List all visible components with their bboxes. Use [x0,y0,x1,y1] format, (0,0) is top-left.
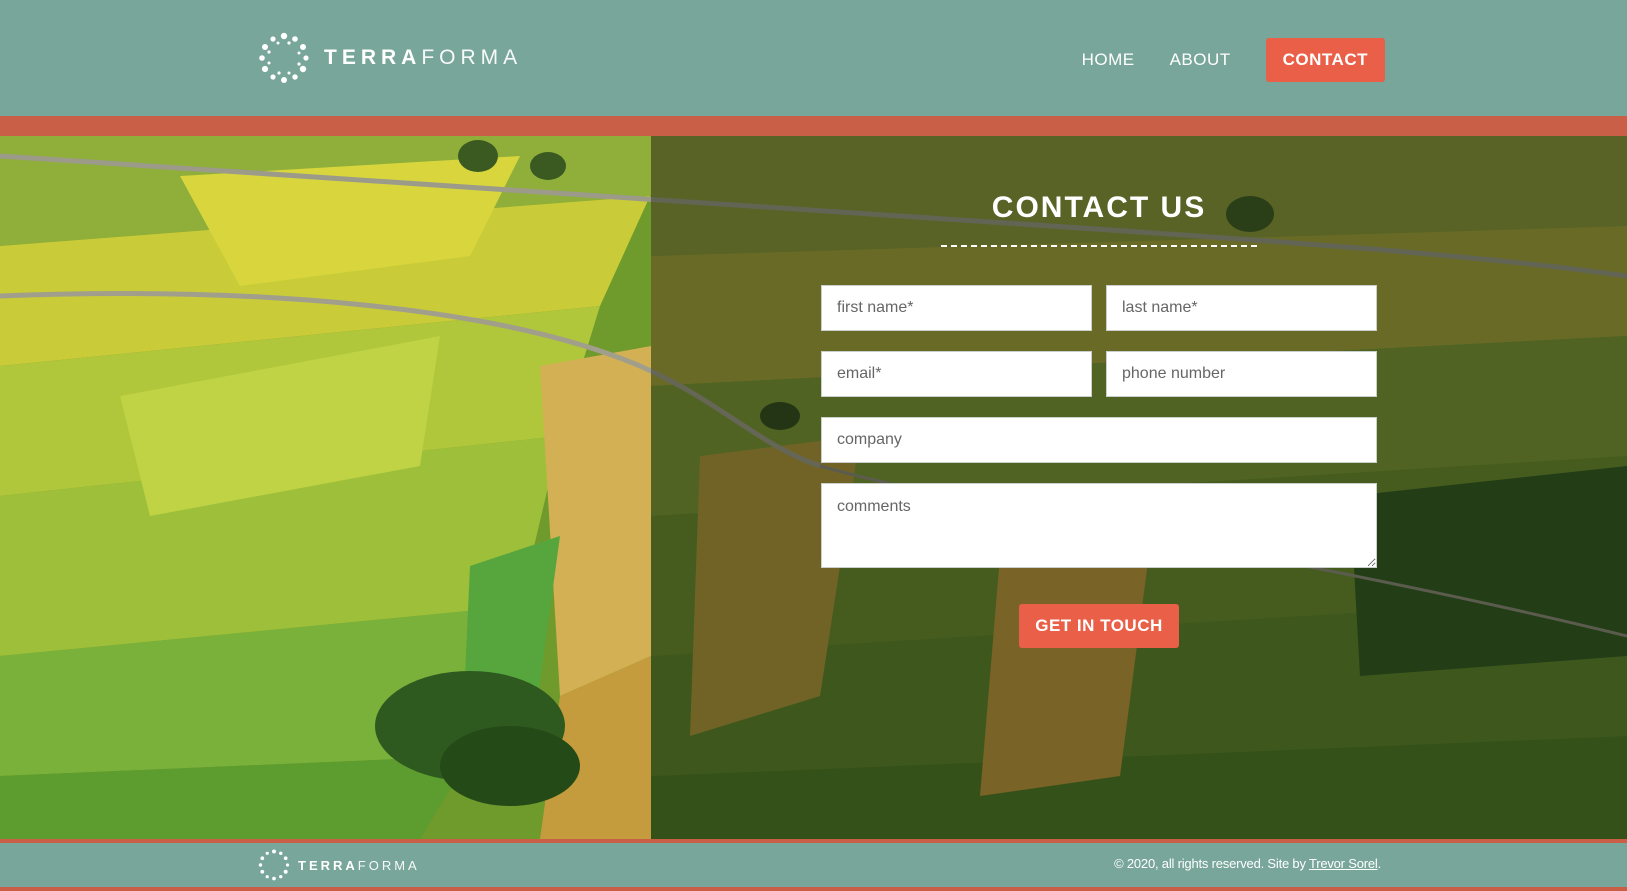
footer-brand-light: FORMA [357,857,420,873]
last-name-field[interactable] [1106,285,1377,331]
site-footer: TERRAFORMA © 2020, all rights reserved. … [0,843,1627,887]
footer-bottom-bar [0,887,1627,891]
dotted-ring-logo-icon [258,849,290,881]
nav-home-link[interactable]: HOME [1082,50,1135,70]
footer-brand-bold: TERRA [298,857,358,873]
brand-name-bold: TERRA [324,46,422,69]
get-in-touch-button[interactable]: GET IN TOUCH [1019,604,1179,648]
nav-about-link[interactable]: ABOUT [1170,50,1231,70]
copyright-prefix: © 2020, all rights reserved. Site by [1114,856,1309,871]
site-logo[interactable]: TERRAFORMA [258,32,522,84]
contact-title: CONTACT US [991,191,1207,224]
contact-hero: CONTACT US GET IN TOUCH [0,136,1627,839]
brand-name-light: FORMA [421,46,523,69]
contact-row [821,351,1377,397]
dotted-ring-logo-icon [259,32,309,83]
designer-credit-link[interactable]: Trevor Sorel [1309,856,1378,871]
footer-logo[interactable]: TERRAFORMA [258,849,420,881]
phone-field[interactable] [1106,351,1377,397]
email-field[interactable] [821,351,1092,397]
main-nav: HOME ABOUT CONTACT [1047,38,1385,82]
contact-form: CONTACT US GET IN TOUCH [821,191,1377,648]
copyright-suffix: . [1377,856,1382,871]
header-accent-bar [0,116,1627,136]
name-row [821,285,1377,331]
brand-wordmark: TERRAFORMA [324,46,522,70]
site-header: TERRAFORMA HOME ABOUT CONTACT [0,0,1627,116]
nav-contact-button[interactable]: CONTACT [1265,38,1385,82]
company-field[interactable] [821,417,1377,463]
first-name-field[interactable] [821,285,1092,331]
footer-wordmark: TERRAFORMA [298,858,420,873]
title-divider [941,245,1257,247]
comments-field[interactable] [821,483,1377,568]
copyright-text: © 2020, all rights reserved. Site by Tre… [1114,856,1381,871]
